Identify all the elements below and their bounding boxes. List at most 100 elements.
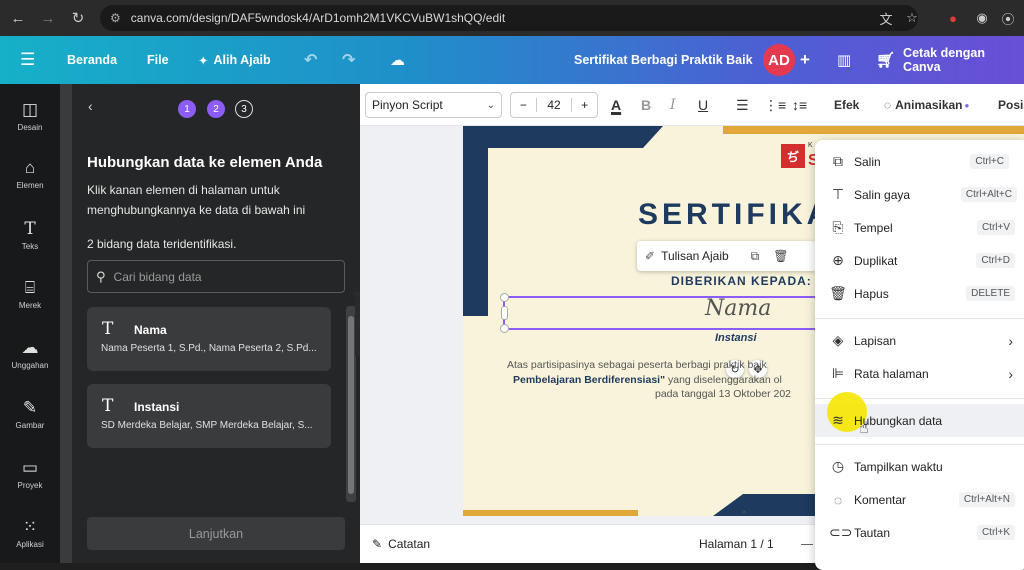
profile-icon[interactable]: ⦿: [998, 8, 1018, 28]
translate-icon[interactable]: 文: [876, 8, 896, 28]
menu-item-paste[interactable]: ⎘ Tempel Ctrl+V: [815, 211, 1024, 244]
font-size-stepper[interactable]: − 42 +: [510, 92, 598, 118]
cloud-saved-icon[interactable]: ☁: [390, 36, 405, 84]
spacing-icon[interactable]: ↕≡: [792, 92, 807, 118]
menu-item-duplicate[interactable]: ⊕ Duplikat Ctrl+D: [815, 244, 1024, 277]
redo-icon[interactable]: ↷: [342, 36, 355, 84]
rail-item-uploads[interactable]: ☁ Unggahan: [0, 338, 60, 370]
back-chevron-icon[interactable]: ‹: [88, 98, 93, 114]
gold-top-bar: [723, 126, 1024, 134]
rail-item-apps[interactable]: ⁙ Aplikasi: [0, 517, 60, 549]
underline-icon[interactable]: U: [698, 92, 708, 118]
step-3: 3: [235, 100, 253, 118]
database-icon: ≋: [832, 412, 844, 428]
design-title[interactable]: Sertifikat Berbagi Praktik Baik: [574, 36, 753, 84]
rail-item-text[interactable]: T Teks: [0, 219, 60, 251]
forward-arrow-icon[interactable]: →: [36, 6, 60, 30]
undo-icon[interactable]: ↶: [304, 36, 317, 84]
menu-item-copy-style[interactable]: ⊤ Salin gaya Ctrl+Alt+C: [815, 178, 1024, 211]
rail-item-draw[interactable]: ✎ Gambar: [0, 398, 60, 430]
magic-switch-button[interactable]: ✦ Alih Ajaib: [198, 36, 271, 84]
menu-item-delete[interactable]: 🗑︎ Hapus DELETE: [815, 277, 1024, 310]
shortcut-badge: DELETE: [966, 286, 1015, 301]
extension-icon[interactable]: ●: [943, 8, 963, 28]
delete-element-icon[interactable]: 🗑︎: [773, 249, 788, 263]
logo-mark: ぢ: [781, 144, 805, 168]
menu-item-copy[interactable]: ⧉ Salin Ctrl+C: [815, 145, 1024, 178]
continue-button[interactable]: Lanjutkan: [87, 517, 345, 550]
resize-handle[interactable]: [501, 306, 508, 320]
font-size-value[interactable]: 42: [535, 98, 573, 112]
resize-handle[interactable]: [500, 293, 509, 302]
selected-name-textbox[interactable]: Nama: [500, 293, 843, 333]
data-field-card[interactable]: T Instansi SD Merdeka Belajar, SMP Merde…: [87, 384, 331, 448]
font-family-select[interactable]: Pinyon Script ⌄: [365, 92, 502, 118]
increase-size-button[interactable]: +: [572, 98, 597, 112]
file-menu-button[interactable]: File: [147, 36, 169, 84]
url-text: canva.com/design/DAF5wndosk4/ArD1omh2M1V…: [130, 11, 506, 25]
menu-item-label: Salin gaya: [854, 187, 911, 202]
chevron-up-icon[interactable]: ⌃: [740, 510, 748, 521]
page-indicator[interactable]: Halaman 1 / 1: [699, 537, 774, 551]
menu-item-show-timing[interactable]: ◷ Tampilkan waktu: [815, 450, 1024, 483]
text-field-icon: T: [102, 319, 114, 339]
bold-icon[interactable]: B: [641, 92, 651, 118]
effects-button[interactable]: Efek: [834, 92, 859, 118]
hamburger-icon[interactable]: ☰: [20, 36, 35, 84]
menu-item-align-page[interactable]: ⊫ Rata halaman ›: [815, 357, 1024, 390]
notes-button[interactable]: ✎ Catatan: [372, 537, 430, 551]
home-button[interactable]: Beranda: [67, 36, 117, 84]
magic-write-button[interactable]: Tulisan Ajaib: [661, 249, 729, 263]
paste-icon: ⎘: [832, 219, 844, 235]
chevron-down-icon: ⌄: [486, 99, 495, 111]
resize-handle[interactable]: [500, 324, 509, 333]
menu-item-connect-data[interactable]: ≋ Hubungkan data ☝: [815, 392, 1024, 437]
menu-item-link[interactable]: ⊂⊃ Tautan Ctrl+K: [815, 516, 1024, 549]
back-arrow-icon[interactable]: ←: [6, 6, 30, 30]
rail-item-projects[interactable]: ▭ Proyek: [0, 458, 60, 490]
zoom-slider-track[interactable]: [801, 544, 813, 545]
data-field-card[interactable]: T Nama Nama Peserta 1, S.Pd., Nama Peser…: [87, 307, 331, 371]
certificate-heading[interactable]: SERTIFIKA: [638, 198, 832, 232]
trash-icon: 🗑︎: [829, 285, 847, 301]
add-collaborator-icon[interactable]: +: [800, 36, 810, 84]
menu-divider: [815, 444, 1024, 445]
text-color-icon[interactable]: A: [611, 92, 621, 118]
menu-item-layers[interactable]: ◈ Lapisan ›: [815, 324, 1024, 357]
menu-item-label: Duplikat: [854, 253, 898, 268]
field-count-text: 2 bidang data teridentifikasi.: [87, 237, 237, 251]
sparkle-icon: ✦: [198, 53, 209, 68]
search-field[interactable]: ⚲ Cari bidang data: [87, 260, 345, 293]
rail-label-text: Teks: [21, 242, 39, 251]
institution-text[interactable]: Instansi: [715, 332, 757, 344]
rail-item-design[interactable]: ◫ Desain: [0, 100, 60, 132]
animate-button[interactable]: ◌ Animasikan ●: [884, 92, 969, 118]
scrollbar-thumb[interactable]: [348, 316, 354, 494]
bookmark-star-icon[interactable]: ☆: [902, 8, 922, 28]
avatar[interactable]: AD: [763, 44, 795, 76]
address-bar[interactable]: ⚙ canva.com/design/DAF5wndosk4/ArD1omh2M…: [100, 5, 918, 31]
field-name: Nama: [134, 323, 167, 337]
rail-item-brand[interactable]: ⌸ Merek: [0, 278, 60, 310]
camera-extension-icon[interactable]: ◉: [972, 8, 992, 28]
text-field-icon: T: [102, 396, 114, 416]
panel-scrollbar[interactable]: [60, 84, 72, 563]
editor-header: ☰ Beranda File ✦ Alih Ajaib ↶ ↷ ☁ Sertif…: [0, 36, 1024, 84]
print-button[interactable]: 🛒︎ Cetak dengan Canva: [876, 36, 1024, 84]
floating-element-toolbar: ✐ Tulisan Ajaib ⧉ 🗑︎: [637, 241, 817, 271]
hand-cursor-icon: ☝: [859, 420, 869, 437]
rail-item-elements[interactable]: ⌂ Elemen: [0, 158, 60, 190]
site-settings-icon[interactable]: ⚙: [110, 11, 121, 25]
body-text-line: Pembelajaran Berdiferensiasi" yang disel…: [513, 374, 782, 386]
duplicate-element-icon[interactable]: ⧉: [751, 249, 760, 264]
position-button[interactable]: Posisi: [998, 92, 1024, 118]
align-center-icon[interactable]: ☰: [736, 92, 749, 118]
insights-chart-icon[interactable]: ▥: [837, 36, 851, 84]
link-icon: ⊂⊃: [829, 524, 853, 540]
cart-icon: 🛒︎: [876, 52, 896, 69]
italic-icon[interactable]: I: [670, 92, 676, 118]
menu-item-comment[interactable]: ◌ Komentar Ctrl+Alt+N: [815, 483, 1024, 516]
decrease-size-button[interactable]: −: [511, 98, 536, 112]
list-icon[interactable]: ⋮≡: [764, 92, 786, 118]
reload-icon[interactable]: ↻: [66, 6, 90, 30]
